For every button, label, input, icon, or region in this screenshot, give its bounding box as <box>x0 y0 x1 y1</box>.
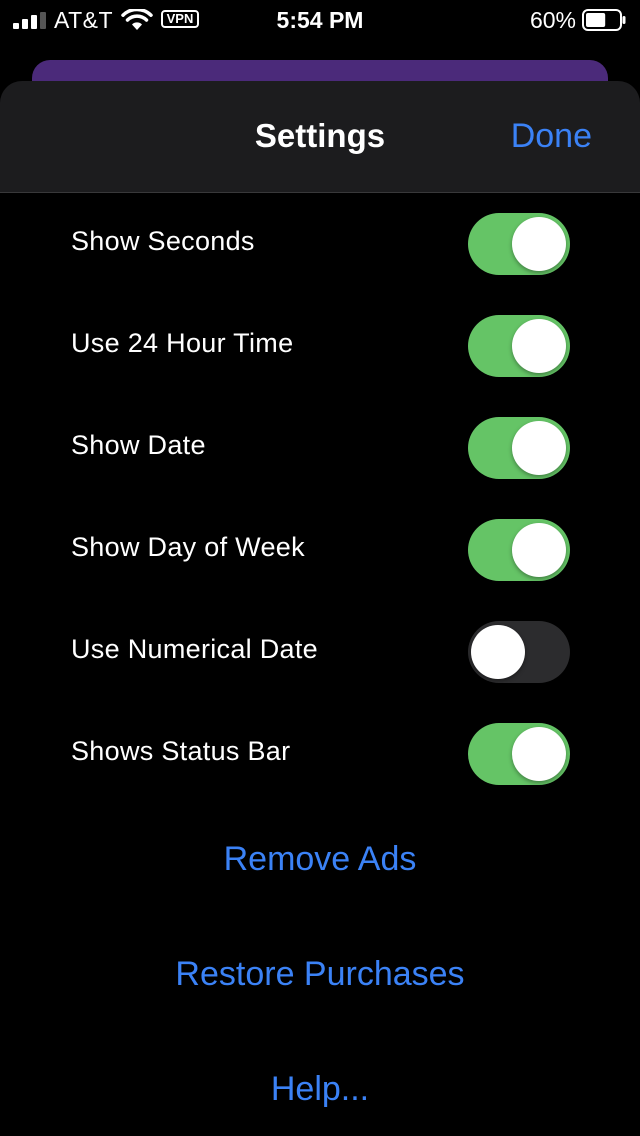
toggle-knob <box>471 625 525 679</box>
toggle-knob <box>512 523 566 577</box>
screen: AT&T VPN 5:54 PM 60% Settings Done Show … <box>0 0 640 1136</box>
use-numerical-date-toggle[interactable] <box>468 621 570 683</box>
toggle-knob <box>512 319 566 373</box>
battery-percent: 60% <box>529 7 576 33</box>
show-seconds-toggle[interactable] <box>468 213 570 275</box>
setting-row-numerical-date: Use Numerical Date <box>0 601 640 703</box>
setting-label: Use 24 Hour Time <box>71 328 294 358</box>
toggle-knob <box>512 421 566 475</box>
done-button[interactable]: Done <box>511 117 592 156</box>
use-24-hour-time-toggle[interactable] <box>468 315 570 377</box>
setting-label: Show Seconds <box>71 226 255 256</box>
toggle-knob <box>512 217 566 271</box>
setting-label: Shows Status Bar <box>71 736 291 766</box>
remove-ads-button[interactable]: Remove Ads <box>0 840 640 879</box>
restore-purchases-button[interactable]: Restore Purchases <box>0 955 640 994</box>
setting-row-24-hour-time: Use 24 Hour Time <box>0 295 640 397</box>
toggle-knob <box>512 727 566 781</box>
setting-label: Use Numerical Date <box>71 634 318 664</box>
settings-list: Show Seconds Use 24 Hour Time Show Date … <box>0 193 640 805</box>
setting-label: Show Day of Week <box>71 532 305 562</box>
battery-icon <box>582 9 626 31</box>
help-button[interactable]: Help... <box>0 1070 640 1109</box>
show-date-toggle[interactable] <box>468 417 570 479</box>
navigation-bar: Settings Done <box>0 81 640 193</box>
settings-sheet: Settings Done Show Seconds Use 24 Hour T… <box>0 81 640 1136</box>
setting-row-day-of-week: Show Day of Week <box>0 499 640 601</box>
setting-label: Show Date <box>71 430 206 460</box>
setting-row-status-bar: Shows Status Bar <box>0 703 640 805</box>
shows-status-bar-toggle[interactable] <box>468 723 570 785</box>
status-bar: AT&T VPN 5:54 PM 60% <box>0 0 640 40</box>
setting-row-show-seconds: Show Seconds <box>0 193 640 295</box>
setting-row-show-date: Show Date <box>0 397 640 499</box>
show-day-of-week-toggle[interactable] <box>468 519 570 581</box>
